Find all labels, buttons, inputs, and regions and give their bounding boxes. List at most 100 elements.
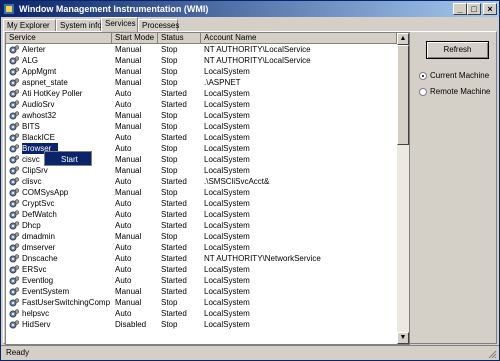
cell-account: LocalSystem [204,67,250,76]
cell-status: Started [161,100,187,109]
gear-icon [9,133,19,142]
cell-start-mode: Auto [115,199,132,208]
table-row[interactable]: Dhcp Auto Started LocalSystem [6,220,397,231]
table-row[interactable]: COMSysApp Manual Stop LocalSystem [6,187,397,198]
table-row[interactable]: Dnscache Auto Started NT AUTHORITY\NetworkS… [6,253,397,264]
cell-service: helpsvc [22,309,50,318]
gear-icon [9,320,19,329]
vertical-scrollbar[interactable]: ▲ ▼ [397,33,409,344]
cell-account: LocalSystem [204,265,250,274]
cell-start-mode: Manual [115,78,142,87]
cell-start-mode: Manual [115,111,142,120]
close-button[interactable]: × [483,3,497,15]
gear-icon [9,144,19,153]
table-row[interactable]: clisvc Auto Started .\SMSCliSvcAcct& [6,176,397,187]
table-row[interactable]: dmadmin Manual Stop LocalSystem [6,231,397,242]
cell-account: LocalSystem [204,155,250,164]
cell-status: Stop [161,56,178,65]
cell-account: LocalSystem [204,221,250,230]
table-row[interactable]: Eventlog Auto Started LocalSystem [6,275,397,286]
cell-status: Stop [161,188,178,197]
title-bar[interactable]: Window Management Instrumentation (WMI) … [1,1,499,17]
column-header-status[interactable]: Status [158,33,201,44]
table-row[interactable]: DefWatch Auto Started LocalSystem [6,209,397,220]
cell-service: HidServ [22,320,51,329]
table-row[interactable]: Alerter Manual Stop NT AUTHORITY\LocalServi… [6,44,397,55]
table-row[interactable]: helpsvc Auto Started LocalSystem [6,308,397,319]
cell-status: Started [161,265,187,274]
table-row[interactable]: dmserver Auto Started LocalSystem [6,242,397,253]
tab-processes[interactable]: Processes [138,19,179,31]
cell-start-mode: Manual [115,56,142,65]
tab-services[interactable]: Services [101,17,138,32]
cell-start-mode: Auto [115,100,132,109]
gear-icon [9,221,19,230]
cell-status: Started [161,199,187,208]
context-menu-start[interactable]: Start [61,152,78,167]
table-row[interactable]: AppMgmt Manual Stop LocalSystem [6,66,397,77]
cell-start-mode: Auto [115,221,132,230]
gear-icon [9,111,19,120]
table-row[interactable]: AudioSrv Auto Started LocalSystem [6,99,397,110]
cell-start-mode: Manual [115,155,142,164]
cell-service: ERSvc [22,265,47,274]
scroll-thumb[interactable] [397,45,409,145]
radio-label: Current Machine [430,71,490,80]
cell-status: Stop [161,320,178,329]
table-row[interactable]: ERSvc Auto Started LocalSystem [6,264,397,275]
list-rows: Alerter Manual Stop NT AUTHORITY\LocalServi… [6,44,397,330]
cell-account: LocalSystem [204,122,250,131]
table-row[interactable]: ALG Manual Stop NT AUTHORITY\LocalService [6,55,397,66]
status-bar: Ready [1,345,499,360]
table-row[interactable]: awhost32 Manual Stop LocalSystem [6,110,397,121]
table-row[interactable]: FastUserSwitchingComp... Manual Stop LocalS… [6,297,397,308]
cell-account: LocalSystem [204,309,250,318]
tab-system-info[interactable]: System info [56,19,102,31]
radio-current-machine[interactable]: Current Machine [419,70,499,82]
cell-account: LocalSystem [204,232,250,241]
table-row[interactable]: EventSystem Manual Started LocalSystem [6,286,397,297]
column-header-account[interactable]: Account Name [201,33,397,44]
cell-service: CryptSvc [22,199,55,208]
services-list[interactable]: Service Start Mode Status Account Name A… [5,32,410,345]
cell-service: BlackICE [22,133,55,142]
cell-status: Started [161,89,187,98]
cell-account: LocalSystem [204,320,250,329]
gear-icon [9,309,19,318]
table-row[interactable]: aspnet_state Manual Stop .\ASPNET [6,77,397,88]
cell-status: Started [161,287,187,296]
cell-start-mode: Manual [115,67,142,76]
minimize-button[interactable]: _ [453,3,467,15]
gear-icon [9,254,19,263]
cell-service: aspnet_state [22,78,68,87]
cell-service: awhost32 [22,111,57,120]
radio-dot [419,72,427,80]
scroll-up-button[interactable]: ▲ [397,33,409,45]
table-row[interactable]: HidServ Disabled Stop LocalSystem [6,319,397,330]
resize-grip-icon[interactable] [488,350,497,359]
app-window: Window Management Instrumentation (WMI) … [0,0,500,361]
window-title: Window Management Instrumentation (WMI) [19,4,209,14]
cell-account: LocalSystem [204,210,250,219]
tab-my-explorer[interactable]: My Explorer [3,19,56,31]
table-row[interactable]: BlackICE Auto Started LocalSystem [6,132,397,143]
gear-icon [9,100,19,109]
cell-service: dmserver [22,243,56,252]
column-header-start-mode[interactable]: Start Mode [112,33,158,44]
scroll-down-button[interactable]: ▼ [397,332,409,344]
cell-status: Stop [161,111,178,120]
status-text: Ready [6,348,30,357]
cell-start-mode: Auto [115,89,132,98]
radio-remote-machine[interactable]: Remote Machine [419,86,499,98]
gear-icon [9,188,19,197]
cell-status: Started [161,243,187,252]
cell-start-mode: Disabled [115,320,147,329]
cell-start-mode: Auto [115,144,132,153]
cell-service: COMSysApp [22,188,69,197]
table-row[interactable]: Ati HotKey Poller Auto Started LocalSystem [6,88,397,99]
table-row[interactable]: BITS Manual Stop LocalSystem [6,121,397,132]
maximize-button[interactable]: □ [467,3,481,15]
table-row[interactable]: CryptSvc Auto Started LocalSystem [6,198,397,209]
refresh-button[interactable]: Refresh [426,41,489,59]
column-header-service[interactable]: Service [6,33,112,44]
